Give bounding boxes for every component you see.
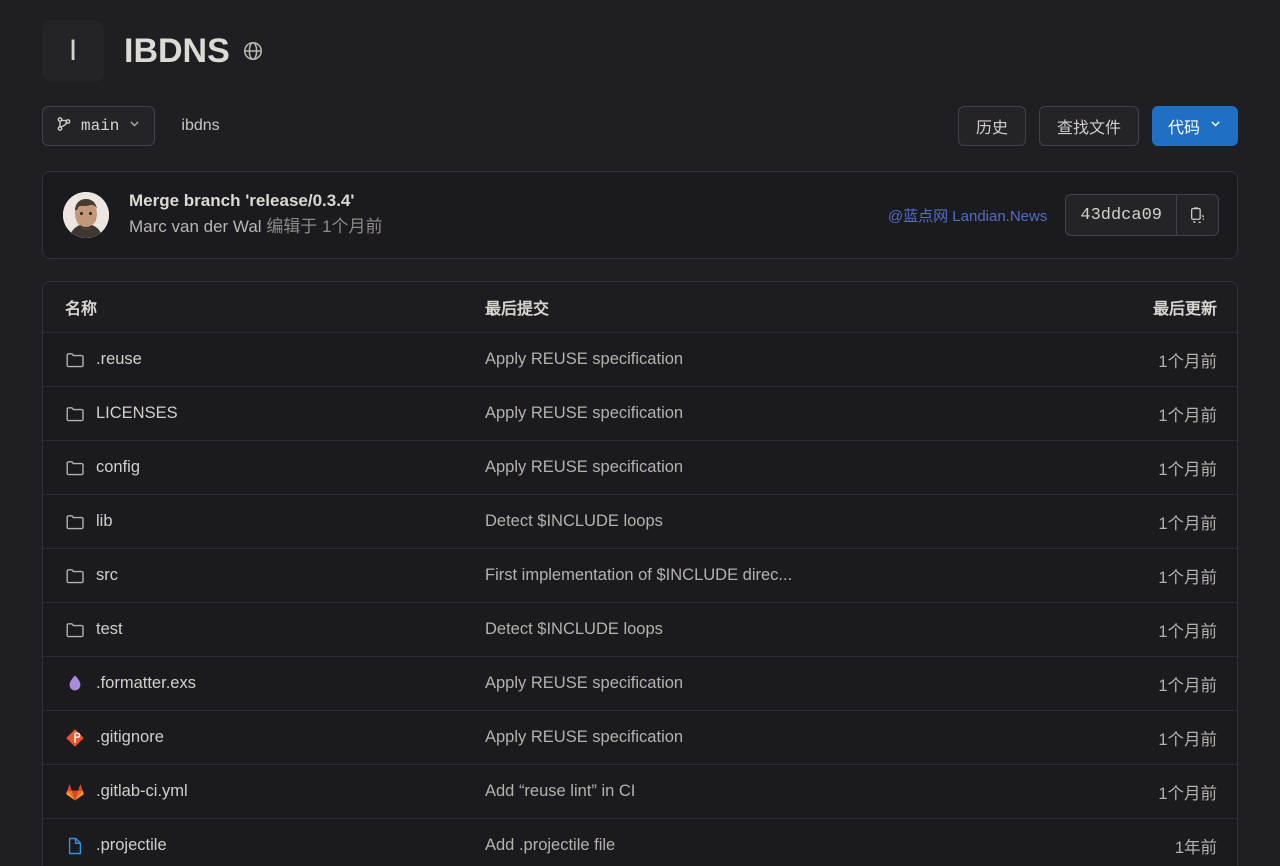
column-header-last-update: 最后更新 — [1152, 301, 1217, 318]
file-last-commit[interactable]: Apply REUSE specification — [485, 350, 1047, 369]
branch-name: main — [81, 117, 120, 135]
file-last-commit[interactable]: Apply REUSE specification — [485, 458, 1047, 477]
file-last-commit[interactable]: First implementation of $INCLUDE direc..… — [485, 566, 1047, 585]
repo-header: I IBDNS — [0, 0, 1280, 82]
file-last-update: 1个月前 — [1158, 622, 1217, 641]
file-name-cell: .gitlab-ci.yml — [65, 782, 485, 802]
page-title: IBDNS — [124, 31, 230, 70]
breadcrumb[interactable]: ibdns — [181, 117, 219, 135]
repo-title-wrap: IBDNS — [124, 32, 264, 71]
file-icon — [65, 836, 85, 856]
elixir-icon — [65, 674, 85, 694]
file-last-update: 1年前 — [1174, 838, 1217, 857]
file-last-update: 1个月前 — [1158, 676, 1217, 695]
code-button[interactable]: 代码 — [1151, 106, 1238, 146]
file-name-cell: LICENSES — [65, 404, 485, 424]
repo-avatar: I — [42, 20, 104, 82]
commit-text: Merge branch 'release/0.3.4' Marc van de… — [129, 190, 383, 240]
file-name-cell: .reuse — [65, 350, 485, 370]
column-header-last-commit: 最后提交 — [485, 301, 550, 318]
file-table: 名称 最后提交 最后更新 .reuse Apply REUSE specifica… — [42, 281, 1238, 866]
file-name[interactable]: .reuse — [96, 350, 142, 369]
file-last-commit[interactable]: Apply REUSE specification — [485, 404, 1047, 423]
code-button-label: 代码 — [1167, 120, 1200, 137]
gitlab-icon — [65, 782, 85, 802]
table-row[interactable]: config Apply REUSE specification 1个月前 — [43, 440, 1237, 494]
file-name-cell: config — [65, 458, 485, 478]
file-name[interactable]: .projectile — [96, 836, 167, 855]
file-name[interactable]: lib — [96, 512, 113, 531]
table-row[interactable]: .formatter.exs Apply REUSE specification 1… — [43, 656, 1237, 710]
file-last-commit[interactable]: Add .projectile file — [485, 836, 1047, 855]
file-name[interactable]: .gitlab-ci.yml — [96, 782, 188, 801]
table-row[interactable]: .reuse Apply REUSE specification 1个月前 — [43, 332, 1237, 386]
repo-toolbar: main ibdns 历史 查找文件 代码 — [0, 98, 1280, 154]
table-row[interactable]: src First implementation of $INCLUDE dire… — [43, 548, 1237, 602]
file-name-cell: .projectile — [65, 836, 485, 856]
commit-message[interactable]: Merge branch 'release/0.3.4' — [129, 190, 383, 213]
repository-page: I IBDNS main ibdns 历史 查找文件 代码 Merge bran… — [0, 0, 1280, 866]
file-name-cell: .gitignore — [65, 728, 485, 748]
branch-selector[interactable]: main — [42, 106, 156, 146]
history-button[interactable]: 历史 — [957, 106, 1026, 146]
git-icon — [65, 728, 85, 748]
file-last-commit[interactable]: Add “reuse lint” in CI — [485, 782, 1047, 801]
column-header-name: 名称 — [65, 301, 98, 318]
commit-right: @蓝点网 Landian.News 43ddca09 — [888, 194, 1219, 236]
file-last-update: 1个月前 — [1158, 460, 1217, 479]
table-row[interactable]: lib Detect $INCLUDE loops 1个月前 — [43, 494, 1237, 548]
table-header-row: 名称 最后提交 最后更新 — [43, 282, 1237, 332]
branch-icon — [56, 116, 72, 137]
file-name-cell: test — [65, 620, 485, 640]
folder-icon — [65, 404, 85, 424]
file-name-cell: src — [65, 566, 485, 586]
avatar — [63, 192, 109, 238]
file-last-commit[interactable]: Apply REUSE specification — [485, 728, 1047, 747]
file-last-update: 1个月前 — [1158, 514, 1217, 533]
file-name[interactable]: LICENSES — [96, 404, 178, 423]
file-name[interactable]: config — [96, 458, 140, 477]
file-name-cell: .formatter.exs — [65, 674, 485, 694]
table-row[interactable]: test Detect $INCLUDE loops 1个月前 — [43, 602, 1237, 656]
commit-time: 1个月前 — [322, 217, 383, 237]
file-name[interactable]: src — [96, 566, 118, 585]
folder-icon — [65, 458, 85, 478]
table-row[interactable]: LICENSES Apply REUSE specification 1个月前 — [43, 386, 1237, 440]
watermark: @蓝点网 Landian.News — [887, 207, 1048, 225]
folder-icon — [65, 620, 85, 640]
commit-meta: Marc van der Wal 编辑于 1个月前 — [129, 215, 383, 240]
globe-icon — [242, 40, 264, 62]
commit-action: 编辑于 — [266, 217, 318, 237]
commit-author[interactable]: Marc van der Wal — [129, 217, 262, 236]
folder-icon — [65, 350, 85, 370]
folder-icon — [65, 566, 85, 586]
file-last-update: 1个月前 — [1158, 406, 1217, 425]
latest-commit-card: Merge branch 'release/0.3.4' Marc van de… — [42, 171, 1238, 259]
file-name[interactable]: .gitignore — [96, 728, 164, 747]
table-row[interactable]: .gitignore Apply REUSE specification 1个月前 — [43, 710, 1237, 764]
table-row[interactable]: .gitlab-ci.yml Add “reuse lint” in CI 1个月前 — [43, 764, 1237, 818]
copy-icon[interactable] — [1176, 195, 1218, 235]
file-last-update: 1个月前 — [1158, 352, 1217, 371]
commit-sha-group: 43ddca09 — [1065, 194, 1219, 236]
table-row[interactable]: .projectile Add .projectile file 1年前 — [43, 818, 1237, 866]
file-name[interactable]: .formatter.exs — [96, 674, 196, 693]
file-last-commit[interactable]: Apply REUSE specification — [485, 674, 1047, 693]
table-body: .reuse Apply REUSE specification 1个月前 LICEN… — [43, 332, 1237, 866]
chevron-down-icon — [128, 117, 141, 135]
chevron-down-icon — [1209, 117, 1222, 135]
repo-avatar-letter: I — [68, 34, 78, 67]
file-name-cell: lib — [65, 512, 485, 532]
file-last-update: 1个月前 — [1158, 730, 1217, 749]
file-name[interactable]: test — [96, 620, 123, 639]
find-file-button[interactable]: 查找文件 — [1038, 106, 1139, 146]
file-last-update: 1个月前 — [1158, 784, 1217, 803]
file-last-commit[interactable]: Detect $INCLUDE loops — [485, 620, 1047, 639]
file-last-update: 1个月前 — [1158, 568, 1217, 587]
file-last-commit[interactable]: Detect $INCLUDE loops — [485, 512, 1047, 531]
folder-icon — [65, 512, 85, 532]
commit-sha[interactable]: 43ddca09 — [1066, 195, 1176, 235]
